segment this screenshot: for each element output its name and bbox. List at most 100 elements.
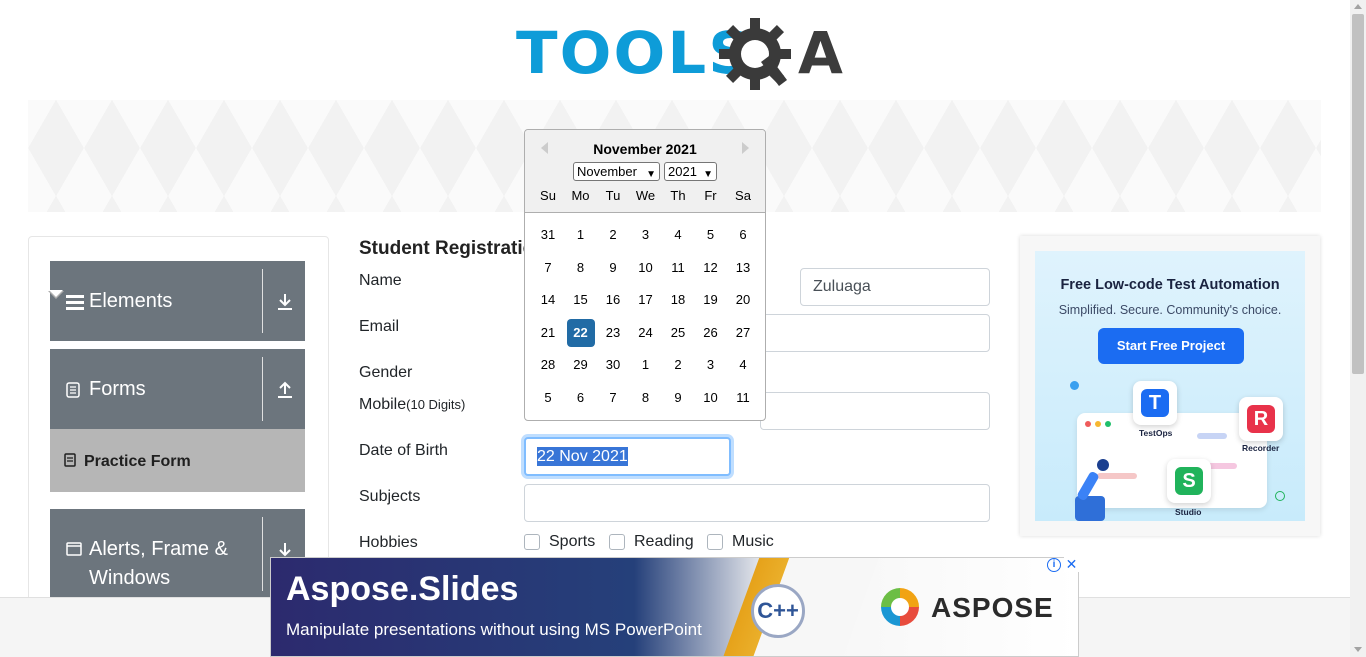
calendar-day[interactable]: 23 xyxy=(599,319,627,347)
dot-icon xyxy=(1070,381,1079,390)
toolsqa-logo[interactable]: TOOLS A xyxy=(512,14,843,94)
checkbox-label[interactable]: Reading xyxy=(634,533,694,551)
sidebar-item-practice-form[interactable]: Practice Form xyxy=(50,429,305,492)
subjects-input[interactable] xyxy=(524,484,990,522)
dot-icon xyxy=(1105,421,1111,427)
document-icon xyxy=(66,382,80,398)
ad-content: Free Low-code Test Automation Simplified… xyxy=(1035,251,1305,521)
dob-selected-text: 22 Nov 2021 xyxy=(537,447,628,466)
group-label-line2: Windows xyxy=(89,567,171,589)
checkbox-box[interactable] xyxy=(609,534,625,550)
calendar-day[interactable]: 10 xyxy=(697,384,725,412)
calendar-day[interactable]: 1 xyxy=(567,221,595,249)
mobile-label: Mobile(10 Digits) xyxy=(359,396,465,414)
recorder-icon: R xyxy=(1239,397,1283,441)
checkbox-box[interactable] xyxy=(707,534,723,550)
calendar-day[interactable]: 6 xyxy=(729,221,757,249)
upload-arrow-icon[interactable] xyxy=(275,380,295,400)
calendar-day[interactable]: 21 xyxy=(534,319,562,347)
calendar-day[interactable]: 16 xyxy=(599,286,627,314)
checkbox-label[interactable]: Music xyxy=(732,533,774,551)
ad-brand: ASPOSE xyxy=(931,592,1054,623)
start-free-project-button[interactable]: Start Free Project xyxy=(1098,328,1244,364)
calendar-day[interactable]: 14 xyxy=(534,286,562,314)
calendar-day[interactable]: 22 xyxy=(566,319,595,347)
dob-label: Date of Birth xyxy=(359,442,448,459)
calendar-day[interactable]: 25 xyxy=(664,319,692,347)
calendar-day[interactable]: 2 xyxy=(599,221,627,249)
mobile-label-text: Mobile xyxy=(359,396,407,413)
mobile-hint: (10 Digits) xyxy=(406,397,466,412)
calendar-day[interactable]: 6 xyxy=(567,384,595,412)
subjects-label: Subjects xyxy=(359,488,421,505)
ad-info-icon[interactable]: i xyxy=(1047,558,1061,572)
year-select[interactable]: 2021 ▼ xyxy=(664,162,717,181)
calendar-day[interactable]: 13 xyxy=(729,254,757,282)
calendar-day[interactable]: 7 xyxy=(534,254,562,282)
sidebar-group-elements[interactable]: Elements xyxy=(50,261,305,341)
calendar-day[interactable]: 27 xyxy=(729,319,757,347)
calendar-day[interactable]: 24 xyxy=(632,319,660,347)
calendar-day[interactable]: 15 xyxy=(567,286,595,314)
calendar-day[interactable]: 8 xyxy=(632,384,660,412)
checkbox-label[interactable]: Sports xyxy=(549,533,595,551)
calendar-day[interactable]: 5 xyxy=(534,384,562,412)
next-month-icon[interactable] xyxy=(742,142,749,154)
ad-title: Aspose.Slides xyxy=(286,570,519,608)
group-label: Elements xyxy=(89,290,173,312)
calendar-day[interactable]: 11 xyxy=(729,384,757,412)
scroll-down-icon[interactable] xyxy=(1354,647,1362,652)
calendar-day[interactable]: 7 xyxy=(599,384,627,412)
calendar-day[interactable]: 19 xyxy=(697,286,725,314)
side-ad[interactable]: Free Low-code Test Automation Simplified… xyxy=(1020,236,1320,536)
badge-label: Recorder xyxy=(1242,443,1280,453)
email-input[interactable] xyxy=(760,314,990,352)
studio-icon: S xyxy=(1167,459,1211,503)
divider xyxy=(262,517,263,591)
calendar-day[interactable]: 29 xyxy=(567,351,595,379)
hobbies-label: Hobbies xyxy=(359,534,418,551)
last-name-input[interactable]: Zuluaga xyxy=(800,268,990,306)
calendar-day[interactable]: 5 xyxy=(697,221,725,249)
scroll-thumb[interactable] xyxy=(1352,14,1364,374)
calendar-day[interactable]: 18 xyxy=(664,286,692,314)
sidebar-group-forms[interactable]: Forms xyxy=(50,349,305,429)
calendar-day[interactable]: 9 xyxy=(664,384,692,412)
badge-label: Studio xyxy=(1175,507,1202,517)
form-title: Student Registratio xyxy=(359,238,535,259)
menu-icon xyxy=(66,295,84,310)
calendar-day[interactable]: 12 xyxy=(697,254,725,282)
calendar-day[interactable]: 1 xyxy=(632,351,660,379)
group-label: Alerts, Frame & xyxy=(89,538,228,560)
calendar-day[interactable]: 31 xyxy=(534,221,562,249)
ad-close-icon[interactable]: ✕ xyxy=(1064,557,1079,572)
bottom-ad-banner[interactable]: Aspose.Slides Manipulate presentations w… xyxy=(270,557,1079,657)
calendar-day[interactable]: 3 xyxy=(697,351,725,379)
dot-icon xyxy=(1085,421,1091,427)
form-icon xyxy=(64,453,76,467)
month-select[interactable]: November ▼ xyxy=(573,162,660,181)
calendar-day[interactable]: 2 xyxy=(664,351,692,379)
scroll-up-icon[interactable] xyxy=(1354,4,1362,9)
datepicker-current-month: November 2021 xyxy=(593,141,697,157)
download-arrow-icon[interactable] xyxy=(275,292,295,312)
calendar-day[interactable]: 3 xyxy=(632,221,660,249)
page-scrollbar[interactable] xyxy=(1350,0,1366,657)
sidebar-group-alerts[interactable]: Alerts, Frame & Windows xyxy=(50,509,305,599)
calendar-day[interactable]: 4 xyxy=(664,221,692,249)
calendar-day[interactable]: 9 xyxy=(599,254,627,282)
calendar-day[interactable]: 20 xyxy=(729,286,757,314)
month-select-value: November xyxy=(577,164,637,179)
calendar-day[interactable]: 28 xyxy=(534,351,562,379)
date-of-birth-input[interactable]: 22 Nov 2021 xyxy=(524,437,731,476)
calendar-day[interactable]: 10 xyxy=(632,254,660,282)
calendar-day[interactable]: 26 xyxy=(697,319,725,347)
calendar-day[interactable]: 17 xyxy=(632,286,660,314)
calendar-day[interactable]: 4 xyxy=(729,351,757,379)
calendar-day[interactable]: 11 xyxy=(664,254,692,282)
calendar-day[interactable]: 8 xyxy=(567,254,595,282)
weekday-label: Sa xyxy=(735,188,751,203)
checkbox-box[interactable] xyxy=(524,534,540,550)
calendar-day[interactable]: 30 xyxy=(599,351,627,379)
mobile-input[interactable] xyxy=(760,392,990,430)
